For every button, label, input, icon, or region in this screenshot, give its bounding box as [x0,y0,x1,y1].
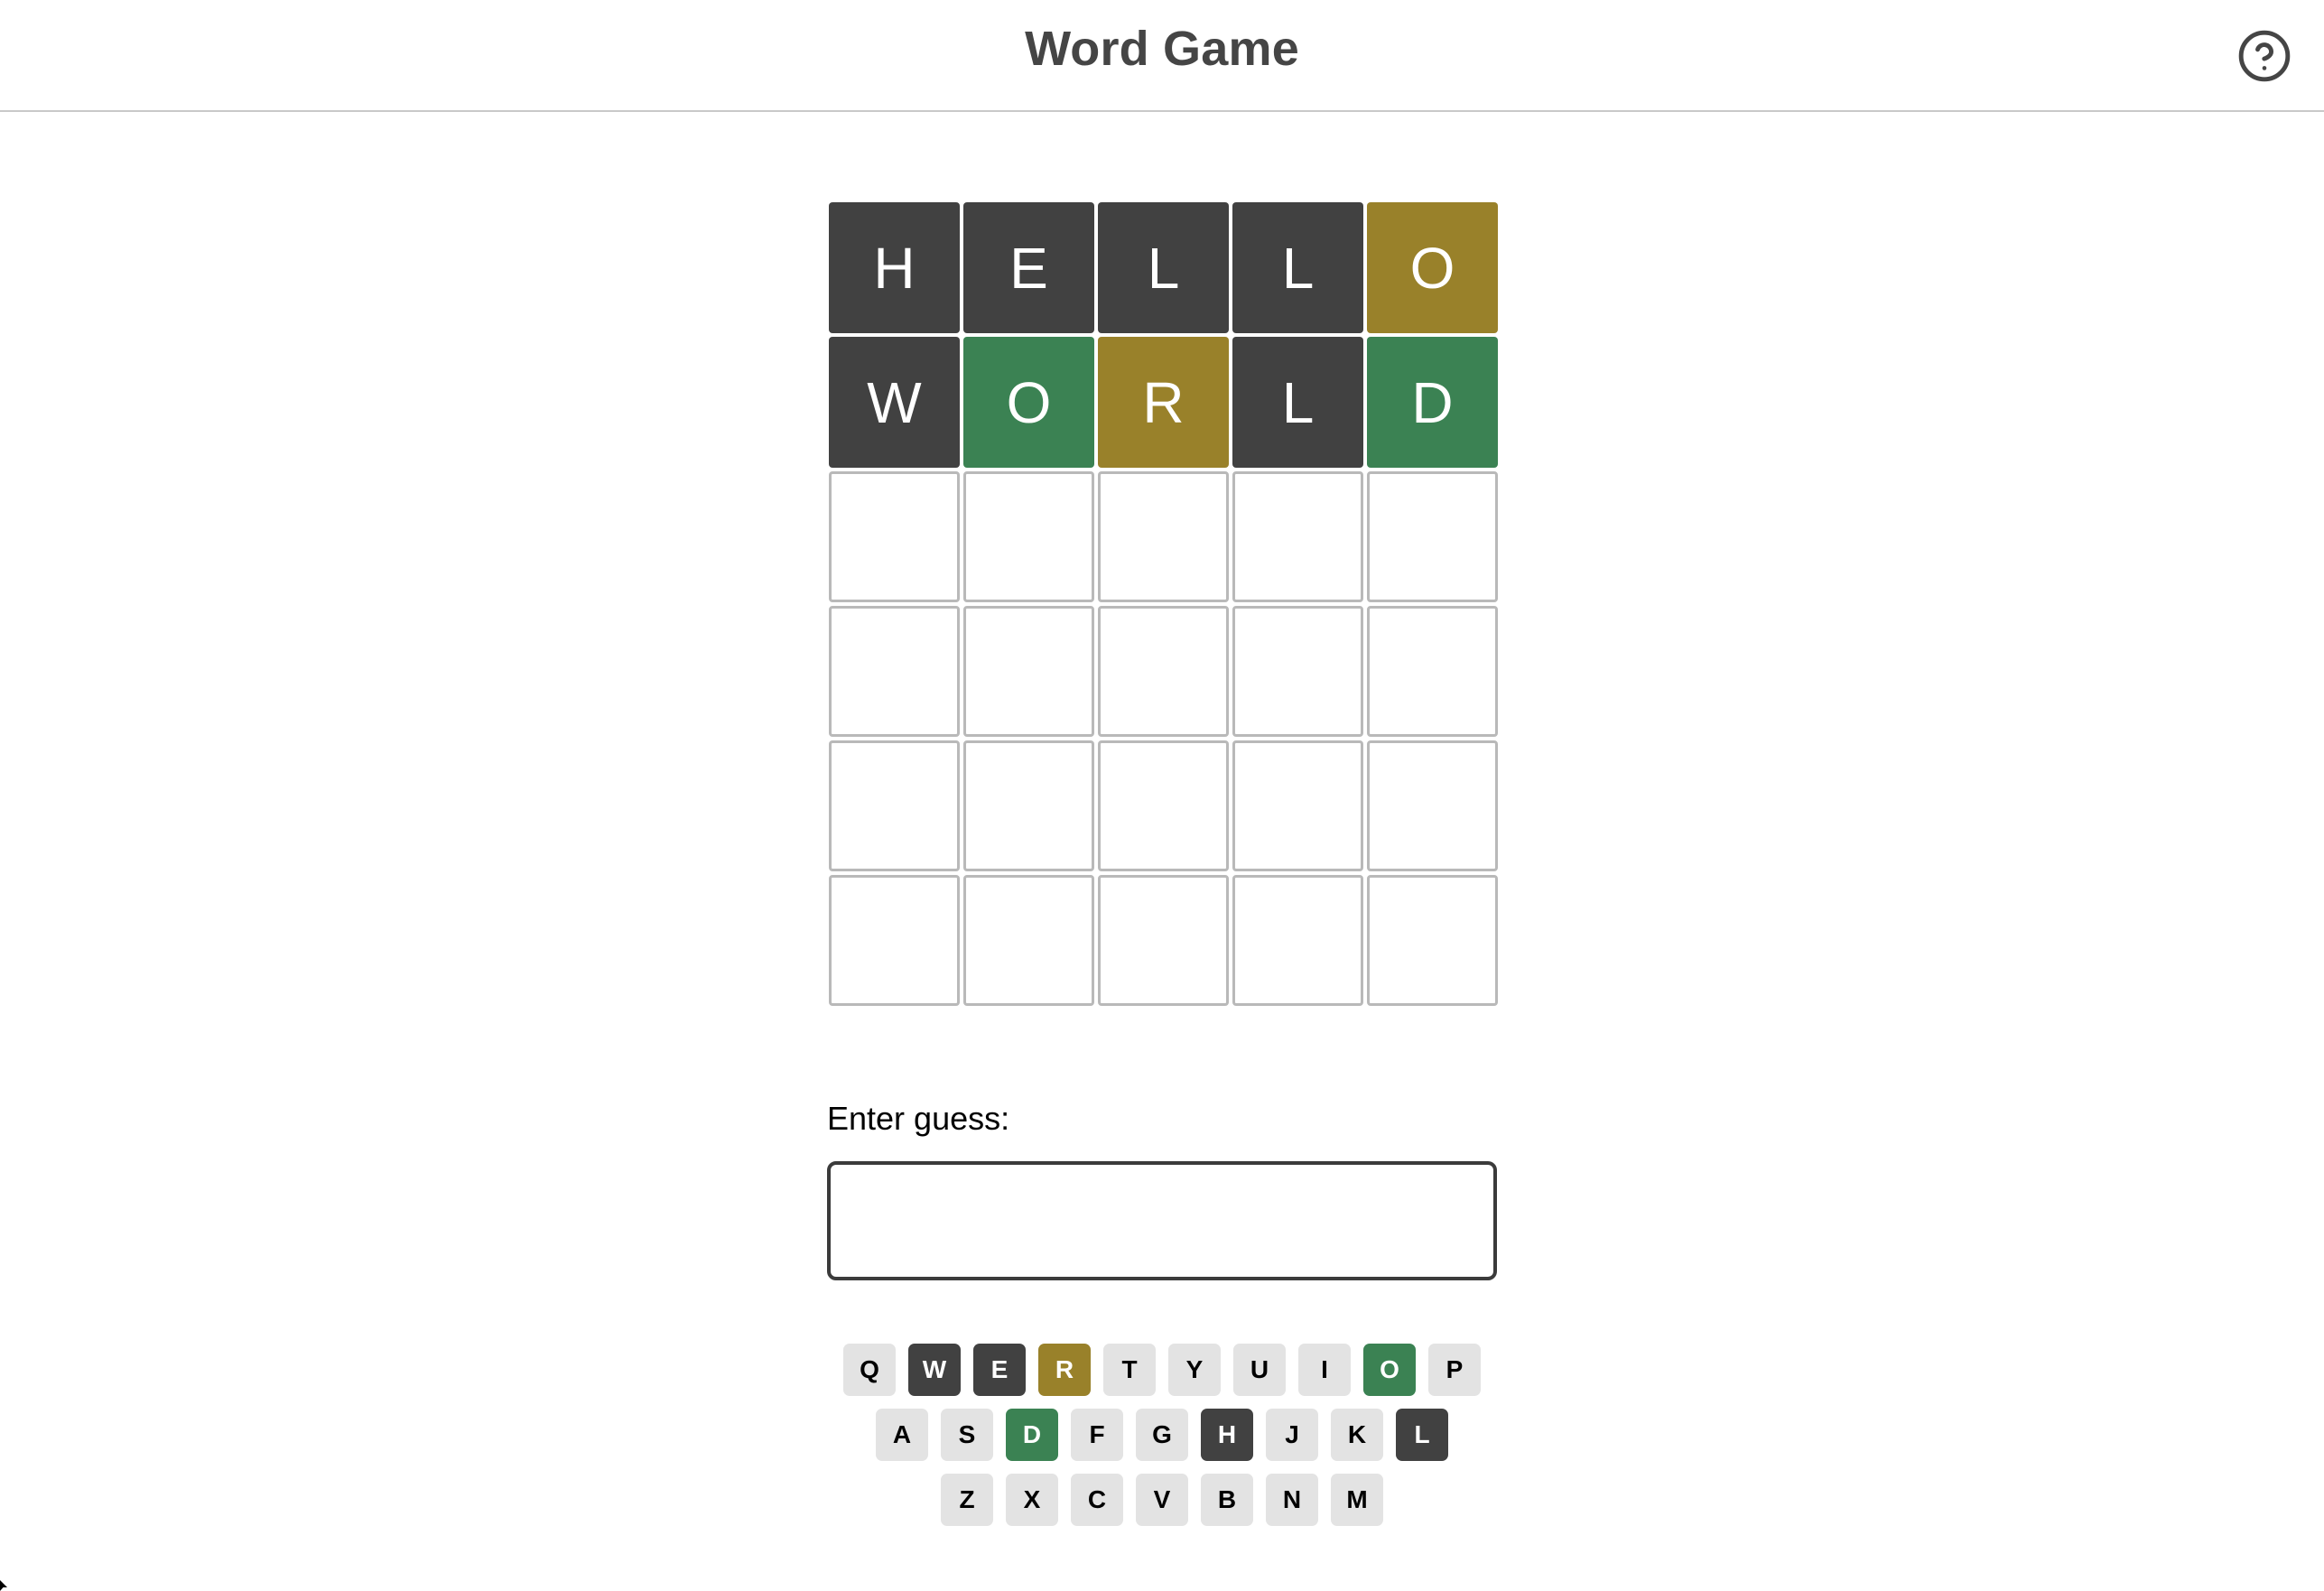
board-tile [1367,740,1498,871]
key-d[interactable]: D [1006,1409,1058,1461]
key-t[interactable]: T [1103,1344,1156,1396]
board-tile [1232,471,1363,602]
key-i[interactable]: I [1298,1344,1351,1396]
board-tile: D [1367,337,1498,468]
key-w[interactable]: W [908,1344,961,1396]
app-header: Word Game [0,0,2324,112]
board-tile: L [1232,337,1363,468]
board-tile [1232,740,1363,871]
key-o[interactable]: O [1363,1344,1416,1396]
key-s[interactable]: S [941,1409,993,1461]
board-tile [1367,606,1498,737]
key-x[interactable]: X [1006,1474,1058,1526]
key-c[interactable]: C [1071,1474,1123,1526]
board-tile [829,875,960,1006]
board-tile [1367,875,1498,1006]
key-j[interactable]: J [1266,1409,1318,1461]
mouse-cursor-artifact [0,1580,7,1591]
word-grid: HELLOWORLD [829,202,1498,1006]
board-tile [963,471,1094,602]
board-tile [829,471,960,602]
key-r[interactable]: R [1038,1344,1091,1396]
page-title: Word Game [1025,22,1299,76]
virtual-keyboard: QWERTYUIOP ASDFGHJKL ZXCVBNM [0,1344,2324,1539]
key-p[interactable]: P [1428,1344,1481,1396]
key-u[interactable]: U [1233,1344,1286,1396]
key-h[interactable]: H [1201,1409,1253,1461]
board-tile [963,875,1094,1006]
keyboard-row: QWERTYUIOP [0,1344,2324,1396]
board-tile [1232,606,1363,737]
guess-input[interactable] [827,1161,1497,1280]
board-tile: L [1232,202,1363,333]
key-q[interactable]: Q [843,1344,896,1396]
board-tile [829,740,960,871]
help-button[interactable] [2234,25,2295,87]
board-tile: O [963,337,1094,468]
board-tile [1367,471,1498,602]
key-g[interactable]: G [1136,1409,1188,1461]
board-tile [1098,606,1229,737]
keyboard-row: ZXCVBNM [0,1474,2324,1526]
key-n[interactable]: N [1266,1474,1318,1526]
key-e[interactable]: E [973,1344,1026,1396]
key-f[interactable]: F [1071,1409,1123,1461]
key-k[interactable]: K [1331,1409,1383,1461]
board-tile: O [1367,202,1498,333]
key-a[interactable]: A [876,1409,928,1461]
key-m[interactable]: M [1331,1474,1383,1526]
key-b[interactable]: B [1201,1474,1253,1526]
key-z[interactable]: Z [941,1474,993,1526]
guess-section: Enter guess: [827,1100,1497,1280]
key-l[interactable]: L [1396,1409,1448,1461]
guess-label: Enter guess: [827,1100,1010,1137]
key-v[interactable]: V [1136,1474,1188,1526]
help-circle-icon [2236,28,2292,84]
board-tile: H [829,202,960,333]
board-tile [1232,875,1363,1006]
board-tile [829,606,960,737]
board-tile [963,606,1094,737]
board-tile: L [1098,202,1229,333]
board-tile [963,740,1094,871]
board-tile [1098,471,1229,602]
keyboard-row: ASDFGHJKL [0,1409,2324,1461]
key-y[interactable]: Y [1168,1344,1221,1396]
board-tile: R [1098,337,1229,468]
board-tile [1098,875,1229,1006]
board-tile: W [829,337,960,468]
board-tile [1098,740,1229,871]
board-tile: E [963,202,1094,333]
